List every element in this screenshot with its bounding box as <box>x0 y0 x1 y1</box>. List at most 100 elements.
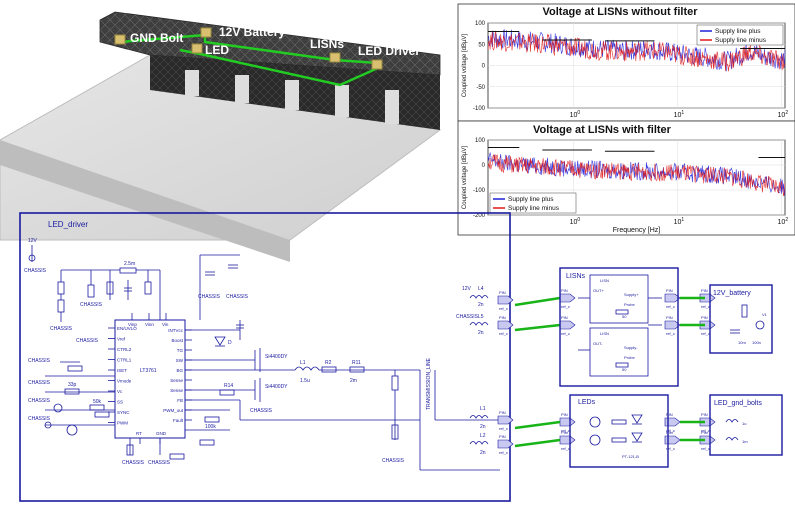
port-pin-label: PIN <box>666 315 673 320</box>
chassis-label-13: CHASSIS <box>250 408 273 414</box>
gnd-title: LED_gnd_bolts <box>714 400 762 407</box>
tline-label: TRANSMISSION_LINE <box>426 357 432 410</box>
port-pin-label: PIN <box>701 288 708 293</box>
y-axis-label: Coupled voltage [dBµV] <box>462 146 468 209</box>
ic-pin-label: PWM <box>117 421 128 426</box>
port-arrow <box>559 435 576 445</box>
y-tick-label: 50 <box>478 42 485 48</box>
ic-pin-label: Fault <box>173 418 184 423</box>
val-100k: 100k <box>205 424 216 430</box>
lisn-top-pin-2: Supply+ <box>624 292 639 297</box>
battery-block: 12V_battery V1 10m 100n <box>709 284 773 354</box>
port-arrow <box>664 417 681 427</box>
port-ref-label: ref_c <box>666 331 675 336</box>
ic-pin-label: INTVcc <box>168 328 184 333</box>
res-r14-label: R14 <box>224 383 233 389</box>
port-ref-label: ref_c <box>499 450 508 455</box>
leds-block: LEDs PT-121-B <box>569 394 669 468</box>
chart-with-filter: Voltage at LISNs with filter1000-100-200… <box>457 120 795 236</box>
port-arrow <box>559 320 576 330</box>
port-pin-label: PIN <box>499 315 506 320</box>
chassis-label-6: CHASSIS <box>76 338 99 344</box>
port-ref-label: ref_c <box>499 331 508 336</box>
val-50k: 50k <box>93 399 102 405</box>
legend-label: Supply line plus <box>715 28 761 35</box>
lisn-top-pin-1: OUT+ <box>593 288 604 293</box>
ind-2n-1: 2n <box>478 302 484 308</box>
label-gnd-bolt: GND Bolt <box>130 31 183 45</box>
resistor-column-left: CHASSIS CHASSIS <box>50 269 120 332</box>
y-axis-label: Coupled voltage [dBµV] <box>462 34 468 97</box>
ic-pin-label: SS <box>117 400 123 405</box>
res-r2-label: R2 <box>325 360 332 366</box>
power-stage: D Si4400DY Si4400DY CHASSIS L1 1.5u R2 R… <box>185 320 500 471</box>
chassis-label-10: CHASSIS <box>28 416 51 422</box>
ind-2n-2: 2n <box>478 330 484 336</box>
ic-pin-label: Vinp <box>128 322 137 327</box>
leds-title: LEDs <box>578 399 596 406</box>
chassis-label-5: CHASSIS <box>226 294 249 300</box>
x-axis-label: Frequency [Hz] <box>613 227 661 234</box>
port-ref-label: ref_c <box>499 426 508 431</box>
label-led-driver: LED Driver <box>358 44 420 58</box>
leds-part: PT-121-B <box>622 454 639 459</box>
lisn-top-res: 50 <box>622 314 627 319</box>
port-ref-label: ref_c <box>561 446 570 451</box>
port-arrow <box>559 417 576 427</box>
ic-pin-label: Sense <box>170 388 183 393</box>
port-ref-label: ref_c <box>561 304 570 309</box>
ic-pin-label: CTRL1 <box>117 358 132 363</box>
chassis-label-7: CHASSIS <box>28 358 51 364</box>
ic-pin-label: Vref <box>117 337 126 342</box>
chassis-label-9: CHASSIS <box>28 398 51 404</box>
port-pin-label: PIN <box>561 412 568 417</box>
ic-pin-label: Vin <box>162 322 169 327</box>
port-ref-label: ref_c <box>701 304 710 309</box>
lisn-bot-pin-2: Supply- <box>624 345 638 350</box>
lisn-bot-block: LISN <box>600 331 609 336</box>
y-tick-label: 100 <box>475 21 486 27</box>
gnd-bolts-block: LED_gnd_bolts 1u 1m <box>709 394 783 456</box>
wire-label-chassis: CHASSIS <box>456 314 479 320</box>
legend-label: Supply line plus <box>508 196 554 203</box>
port-pin-label: PIN <box>561 315 568 320</box>
wire-label-12v: 12V <box>462 286 472 292</box>
chassis-label-3: CHASSIS <box>80 302 103 308</box>
ic-pin-label: CTRL2 <box>117 347 132 352</box>
chassis-label-1: CHASSIS <box>24 268 47 274</box>
port-arrow <box>559 293 576 303</box>
ic-pin-label: SYNC <box>117 410 130 415</box>
port-ref-label: ref_c <box>499 306 508 311</box>
chassis-label-4: CHASSIS <box>198 294 221 300</box>
port-pin-label: PIN <box>561 288 568 293</box>
ic-pin-label: ISET <box>117 368 127 373</box>
ic-pin-label: GND <box>156 431 167 436</box>
ic-pin-label: Vmode <box>117 379 132 384</box>
port-pin-label: PIN <box>701 412 708 417</box>
port-pin-label: PIN <box>701 315 708 320</box>
ic-pin-label: SW <box>176 358 184 363</box>
port-arrows: PIN ref_c PIN ref_c PIN ref_c PIN ref_c PIN ref_c… <box>497 288 716 455</box>
ic-pin-label: FB <box>177 398 183 403</box>
y-tick-label: -100 <box>473 188 486 194</box>
diode-label: D <box>228 340 232 346</box>
chassis-label-14: CHASSIS <box>382 458 405 464</box>
ic-name: LT3761 <box>140 368 157 374</box>
port-ref-label: ref_c <box>666 304 675 309</box>
port-ref-label: ref_c <box>561 331 570 336</box>
figure-canvas: GND Bolt 12V Battery LED LISNs LED Drive… <box>0 3 795 502</box>
wire-label-l4: L4 <box>478 286 484 292</box>
figure-stage: GND Bolt 12V Battery LED LISNs LED Drive… <box>0 0 795 506</box>
val-33p: 33p <box>68 382 77 388</box>
lisn-top-block: LISN <box>600 278 609 283</box>
vsupply-label: 12V <box>28 238 38 244</box>
lisn-bot-res: 50 <box>622 367 627 372</box>
port-area: 12V L4 CHASSIS L5 2n 2n L1 L2 2n 2n <box>456 286 489 456</box>
top-rc-network: 2.5m CHASSIS CHASSIS <box>106 254 249 320</box>
lisn-bot-pin-3: Probe <box>624 355 635 360</box>
ic-pin-label: Vc <box>117 389 123 394</box>
port-arrow <box>664 435 681 445</box>
port-pin-label: PIN <box>499 410 506 415</box>
wire-label-l2: L2 <box>480 433 486 439</box>
lisns-title: LISNs <box>566 273 586 280</box>
